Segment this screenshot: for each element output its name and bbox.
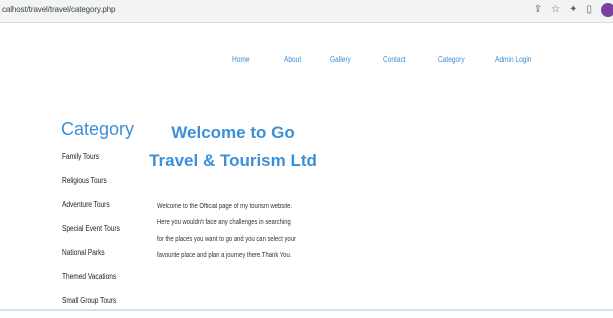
nav-contact[interactable]: Contact bbox=[383, 55, 406, 64]
category-item-themed-vacations[interactable]: Themed Vacations bbox=[62, 270, 120, 294]
nav-admin-login[interactable]: Admin Login bbox=[495, 55, 531, 64]
welcome-line: Here you wouldn't face any challenges in… bbox=[157, 219, 291, 227]
category-item-small-group-tours[interactable]: Small Group Tours bbox=[62, 294, 120, 318]
share-icon[interactable]: ⇪ bbox=[534, 3, 542, 17]
main-nav: Home About Gallery Contact Category Admi… bbox=[0, 55, 613, 69]
nav-about[interactable]: About bbox=[284, 55, 301, 64]
nav-category[interactable]: Category bbox=[438, 55, 465, 64]
category-item-special-event-tours[interactable]: Special Event Tours bbox=[62, 222, 120, 246]
welcome-line: favourite place and plan a journey there… bbox=[157, 251, 292, 259]
category-item-family-tours[interactable]: Family Tours bbox=[62, 150, 120, 174]
category-list: Family Tours Religious Tours Adventure T… bbox=[62, 150, 133, 318]
welcome-paragraph: Welcome to the Official page of my touri… bbox=[157, 199, 317, 264]
category-item-national-parks[interactable]: National Parks bbox=[62, 246, 120, 270]
welcome-heading: Welcome to Go Travel & Tourism Ltd bbox=[149, 123, 317, 170]
browser-toolbar-icons: ⇪ ☆ ✦ ▯ bbox=[534, 3, 613, 17]
nav-home[interactable]: Home bbox=[232, 55, 250, 64]
welcome-line: Welcome to the Official page of my touri… bbox=[157, 203, 293, 210]
extensions-icon[interactable]: ✦ bbox=[569, 3, 577, 17]
welcome-line: for the places you want to go and you ca… bbox=[157, 235, 296, 243]
nav-gallery[interactable]: Gallery bbox=[330, 55, 351, 64]
url-field[interactable]: calhost/travel/travel/category.php bbox=[2, 5, 116, 14]
browser-address-bar: calhost/travel/travel/category.php ⇪ ☆ ✦… bbox=[0, 0, 613, 23]
star-icon[interactable]: ☆ bbox=[551, 3, 560, 17]
category-item-religious-tours[interactable]: Religious Tours bbox=[62, 174, 120, 198]
profile-avatar[interactable] bbox=[601, 3, 613, 17]
category-item-adventure-tours[interactable]: Adventure Tours bbox=[62, 198, 120, 222]
category-title: Category bbox=[61, 119, 135, 139]
sidepanel-icon[interactable]: ▯ bbox=[586, 3, 592, 17]
